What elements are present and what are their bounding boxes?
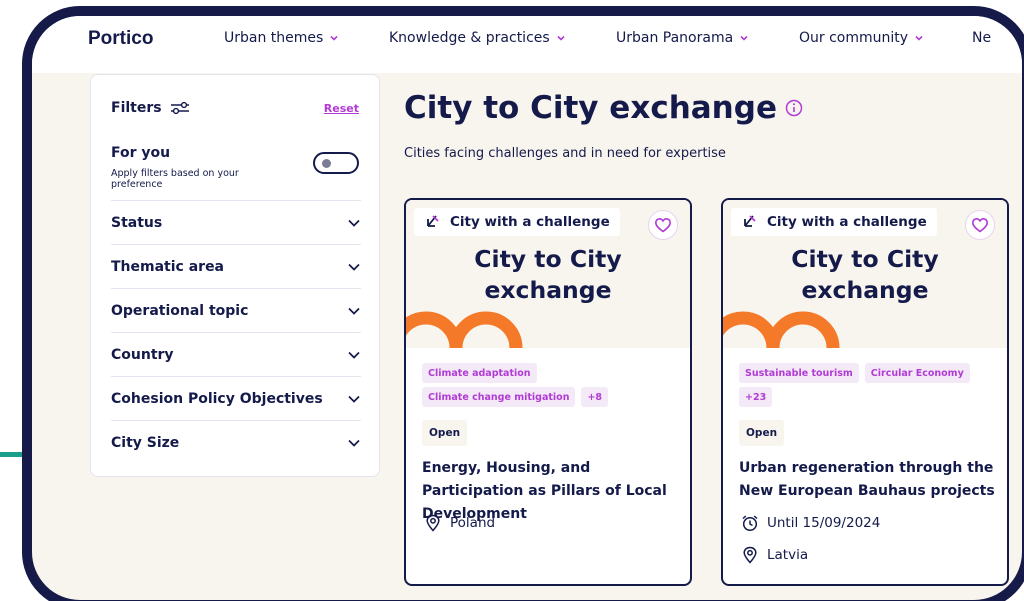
filter-row-label: Thematic area [111,258,225,275]
tag[interactable]: Sustainable tourism [739,363,859,383]
chevron-down-icon [348,263,360,271]
card-title[interactable]: Urban regeneration through the New Europ… [739,457,1001,503]
filter-row-label: Cohesion Policy Objectives [111,390,323,407]
filter-row-thematic-area[interactable]: Thematic area [111,244,361,288]
card-type-chip: City with a challenge [731,208,937,236]
country-label: Latvia [767,547,809,563]
page-title: City to City exchange [404,90,803,126]
tag-more[interactable]: +23 [739,387,773,407]
card-banner: City with a challenge City to City excha… [723,200,1007,348]
status-badge: Open [739,420,785,446]
filter-row-label: Status [111,214,163,231]
tag[interactable]: Climate adaptation [422,363,537,383]
toggle-knob [322,159,331,168]
location-pin-icon [743,546,757,564]
card-country: Poland [424,514,495,532]
chevron-down-icon [348,439,360,447]
for-you-toggle[interactable] [313,152,359,174]
nav-item-label: Ne [972,30,992,46]
card-type-chip: City with a challenge [414,208,620,236]
chevron-down-icon [348,307,360,315]
nav-item-urban-themes[interactable]: Urban themes [224,30,339,46]
filters-header: Filters [111,100,190,116]
heart-icon [654,217,672,233]
tag[interactable]: Climate change mitigation [422,387,576,407]
page-subtitle: Cities facing challenges and in need for… [404,146,726,161]
arrow-down-left-icon [744,215,756,227]
banner-title: City to City exchange [406,244,690,306]
nav-item-our-community[interactable]: Our community [799,30,924,46]
heart-icon [971,217,989,233]
tag[interactable]: Circular Economy [864,363,970,383]
chevron-down-icon [740,35,748,41]
filter-row-cohesion-policy-objectives[interactable]: Cohesion Policy Objectives [111,376,361,420]
for-you-title: For you [111,145,171,161]
page-viewport: Portico Urban themes Knowledge & practic… [32,16,1022,600]
chevron-down-icon [348,351,360,359]
chevron-down-icon [330,35,338,41]
card-country: Latvia [741,546,808,564]
filter-row-country[interactable]: Country [111,332,361,376]
nav-item-label: Urban themes [224,30,324,46]
challenge-card[interactable]: City with a challenge City to City excha… [721,198,1009,586]
favorite-button[interactable] [648,210,678,240]
deadline-label: Until 15/09/2024 [767,515,881,531]
site-logo[interactable]: Portico [88,28,153,50]
page-title-text: City to City exchange [404,90,777,126]
card-banner: City with a challenge City to City excha… [406,200,690,348]
for-you-subtitle: Apply filters based on your preference [111,168,239,190]
tag-list: Climate adaptation Climate change mitiga… [422,363,682,407]
tag-list: Sustainable tourism Circular Economy +23 [739,363,999,407]
filter-row-label: City Size [111,434,180,451]
banner-title-line: City to City [474,245,622,273]
chevron-down-icon [557,35,565,41]
nav-item-knowledge-practices[interactable]: Knowledge & practices [389,30,566,46]
banner-title: City to City exchange [723,244,1007,306]
nav-item-news[interactable]: Ne [972,30,991,46]
nav-item-label: Knowledge & practices [389,30,550,46]
reset-filters-link[interactable]: Reset [324,102,359,115]
challenge-card[interactable]: City with a challenge City to City excha… [404,198,692,586]
country-label: Poland [450,515,496,531]
decorative-arcs [723,311,840,348]
chevron-down-icon [348,219,360,227]
location-pin-icon [426,514,440,532]
nav-item-urban-panorama[interactable]: Urban Panorama [616,30,749,46]
tag-more[interactable]: +8 [581,387,609,407]
arrow-down-left-icon [427,215,439,227]
filter-row-operational-topic[interactable]: Operational topic [111,288,361,332]
alarm-clock-icon [742,515,758,532]
banner-title-line: City to City [791,245,939,273]
filters-panel: Filters Reset For you Apply filters base… [90,74,380,477]
chevron-down-icon [915,35,923,41]
card-type-label: City with a challenge [767,214,927,230]
info-icon[interactable] [785,99,803,117]
card-deadline: Until 15/09/2024 [741,514,880,532]
filter-row-city-size[interactable]: City Size [111,420,361,464]
favorite-button[interactable] [965,210,995,240]
filters-title: Filters [111,100,162,116]
nav-item-label: Urban Panorama [616,30,734,46]
sliders-icon [170,101,189,115]
decorative-arcs [406,311,523,348]
filter-row-label: Operational topic [111,302,249,319]
device-frame: Portico Urban themes Knowledge & practic… [22,6,1024,601]
nav-item-label: Our community [799,30,909,46]
filter-row-status[interactable]: Status [111,200,361,244]
status-badge: Open [422,420,468,446]
chevron-down-icon [348,395,360,403]
filter-row-label: Country [111,346,174,363]
top-navigation: Portico Urban themes Knowledge & practic… [32,16,1022,73]
card-type-label: City with a challenge [450,214,610,230]
